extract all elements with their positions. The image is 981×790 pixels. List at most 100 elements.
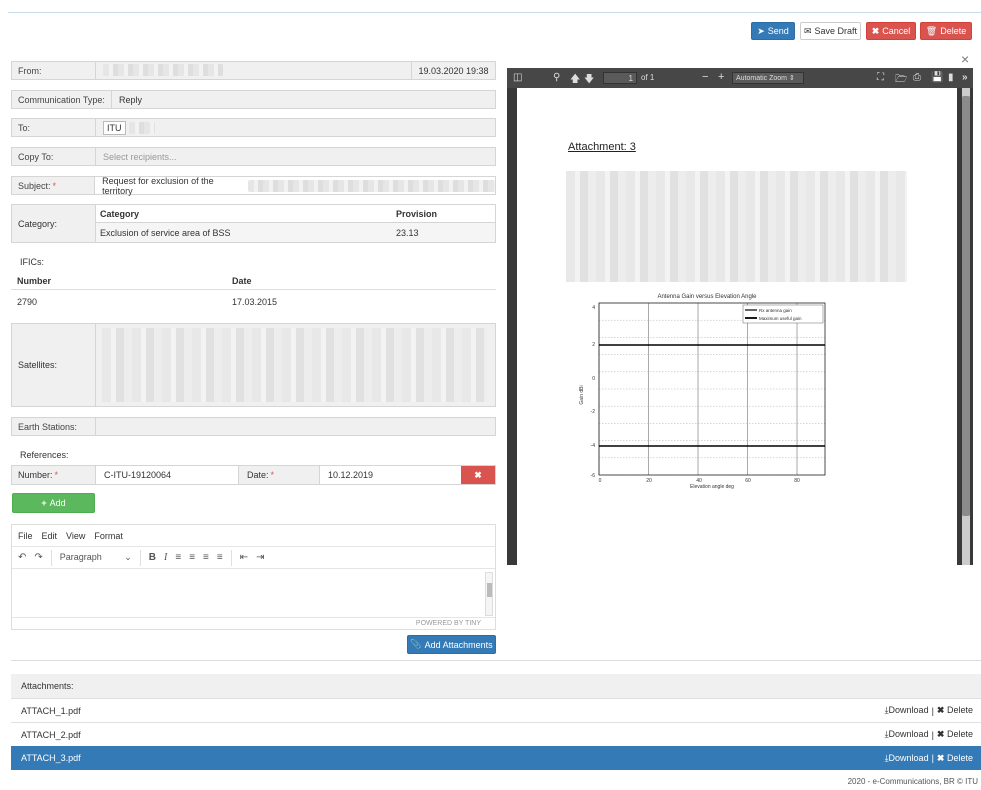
redo-icon[interactable]: ↷ [34, 552, 42, 563]
menu-file[interactable]: File [18, 531, 33, 541]
ref-number-input[interactable]: C-ITU-19120064 [96, 470, 238, 480]
subject-input[interactable]: Request for exclusion of the territory [95, 176, 495, 196]
copy-to-row[interactable]: Copy To: Select recipients... [11, 147, 496, 166]
delete-link[interactable]: ✖ Delete [937, 705, 973, 716]
menu-format[interactable]: Format [94, 531, 123, 541]
chevron-down-icon: ⌄ [124, 552, 132, 562]
attachment-filename: ATTACH_2.pdf [21, 729, 81, 740]
close-preview-icon[interactable]: × [961, 51, 969, 67]
from-date: 19.03.2020 19:38 [411, 62, 495, 79]
align-right-icon[interactable]: ≡ [203, 552, 209, 563]
powered-by-label: POWERED BY TINY [415, 620, 481, 627]
editor-scrollbar[interactable] [485, 572, 493, 616]
select-arrows-icon: ⇕ [788, 75, 795, 82]
references-label: References: [20, 450, 69, 460]
attachment-row[interactable]: ATTACH_1.pdf ⤓Download | ✖ Delete [11, 698, 981, 722]
zoom-in-icon[interactable]: + [718, 71, 724, 83]
menu-edit[interactable]: Edit [42, 531, 58, 541]
ific-row: 2790 17.03.2015 [17, 297, 278, 307]
italic-icon[interactable]: I [164, 552, 167, 563]
provision-header: Provision [396, 208, 438, 219]
delete-button[interactable]: 🗑 Delete [920, 22, 972, 40]
fullscreen-icon[interactable]: ⛶ [877, 72, 884, 83]
attachment-row[interactable]: ATTACH_2.pdf ⤓Download | ✖ Delete [11, 722, 981, 746]
editor-toolbar: ↶ ↷ Paragraph ⌄ B I ≡ ≡ ≡ ≡ ⇤ ⇥ [12, 547, 495, 569]
y-tick: 4 [592, 305, 595, 311]
x-tick: 60 [745, 478, 751, 484]
pdf-scrollbar[interactable] [962, 88, 970, 565]
footer-copyright: 2020 - e-Communications, BR © ITU [847, 777, 978, 786]
x-icon: ✖ [936, 705, 945, 715]
editor-menubar: File Edit View Format [12, 525, 495, 547]
block-format-select[interactable]: Paragraph ⌄ [60, 552, 132, 563]
send-button[interactable]: ➤ Send [751, 22, 795, 40]
align-center-icon[interactable]: ≡ [189, 552, 195, 563]
editor-body[interactable] [12, 569, 495, 617]
download-icon[interactable]: 💾 [931, 72, 943, 83]
save-draft-button[interactable]: ✉ Save Draft [800, 22, 861, 40]
y-tick: 0 [592, 376, 595, 382]
undo-icon[interactable]: ↶ [18, 552, 26, 563]
redacted-subject [247, 179, 495, 192]
bookmark-icon[interactable]: ▮ [948, 72, 954, 83]
justify-icon[interactable]: ≡ [217, 552, 223, 563]
ref-date-input[interactable]: 10.12.2019 [320, 470, 461, 480]
remove-reference-button[interactable]: ✖ [461, 466, 495, 484]
ref-date-label: Date: [247, 470, 269, 480]
redacted-recipient [128, 121, 155, 134]
y-tick: 2 [592, 342, 595, 348]
bold-icon[interactable]: B [149, 552, 156, 563]
download-link[interactable]: ⤓Download [885, 729, 929, 740]
from-row: From: 19.03.2020 19:38 [11, 61, 496, 80]
pdf-viewer: ◫ ⚲ 🡅 🡇 1 of 1 − + Automatic Zoom ⇕ ⛶ 🗁 … [507, 68, 973, 565]
cancel-button[interactable]: ✖ Cancel [866, 22, 916, 40]
paperclip-icon: 📎 [410, 639, 422, 649]
communication-type-row: Communication Type: Reply [11, 90, 496, 109]
y-tick: -4 [591, 443, 596, 449]
sidebar-toggle-icon[interactable]: ◫ [513, 72, 522, 83]
menu-view[interactable]: View [66, 531, 85, 541]
category-label: Category: [12, 205, 96, 242]
download-link[interactable]: ⤓Download [885, 705, 929, 716]
tools-menu-icon[interactable]: » [962, 72, 968, 83]
indent-icon[interactable]: ⇥ [256, 552, 264, 563]
paper-plane-icon: ➤ [757, 25, 765, 36]
download-link[interactable]: ⤓Download [885, 753, 929, 764]
page-number-input[interactable]: 1 [603, 72, 637, 84]
legend-entry-max: Maximum useful gain [759, 316, 802, 321]
to-label: To: [12, 119, 96, 136]
search-icon[interactable]: ⚲ [553, 72, 560, 83]
previous-page-icon[interactable]: 🡅 [570, 72, 580, 89]
zoom-out-icon[interactable]: − [702, 71, 708, 83]
outdent-icon[interactable]: ⇤ [240, 552, 248, 563]
trash-icon: 🗑 [925, 25, 938, 36]
recipient-tag[interactable]: ITU [103, 120, 126, 135]
zoom-select[interactable]: Automatic Zoom ⇕ [732, 72, 804, 84]
subject-row[interactable]: Subject: * Request for exclusion of the t… [11, 176, 496, 196]
pdf-page: Attachment: 3 Antenna Gain versus Elevat… [517, 88, 957, 565]
attachment-row-selected[interactable]: ATTACH_3.pdf ⤓Download | ✖ Delete [11, 746, 981, 770]
open-file-icon[interactable]: 🗁 [895, 72, 907, 89]
ific-label: IFICs: [20, 257, 44, 267]
add-attachments-button[interactable]: 📎 Add Attachments [407, 635, 496, 654]
delete-link[interactable]: ✖ Delete [937, 729, 973, 740]
ific-header: Number Date [11, 272, 496, 290]
legend-entry-rx: Rx antenna gain [759, 308, 792, 313]
attachment-filename: ATTACH_1.pdf [21, 705, 81, 716]
print-icon[interactable]: ⎙ [913, 72, 921, 83]
subject-label: Subject: [18, 180, 51, 191]
x-icon: ✖ [936, 729, 945, 739]
redacted-document-text [566, 171, 907, 282]
next-page-icon[interactable]: 🡇 [584, 72, 594, 89]
y-tick: -6 [591, 473, 596, 479]
earth-stations-row[interactable]: Earth Stations: [11, 417, 496, 436]
page-total: of 1 [641, 73, 655, 82]
redacted-satellites-list [102, 328, 487, 402]
add-reference-button[interactable]: + Add [12, 493, 95, 513]
copy-to-input[interactable]: Select recipients... [96, 152, 177, 162]
copy-to-label: Copy To: [12, 148, 96, 165]
align-left-icon[interactable]: ≡ [175, 552, 181, 563]
delete-link[interactable]: ✖ Delete [937, 753, 973, 764]
editor-statusbar: POWERED BY TINY [12, 617, 495, 629]
to-row[interactable]: To: ITU [11, 118, 496, 137]
